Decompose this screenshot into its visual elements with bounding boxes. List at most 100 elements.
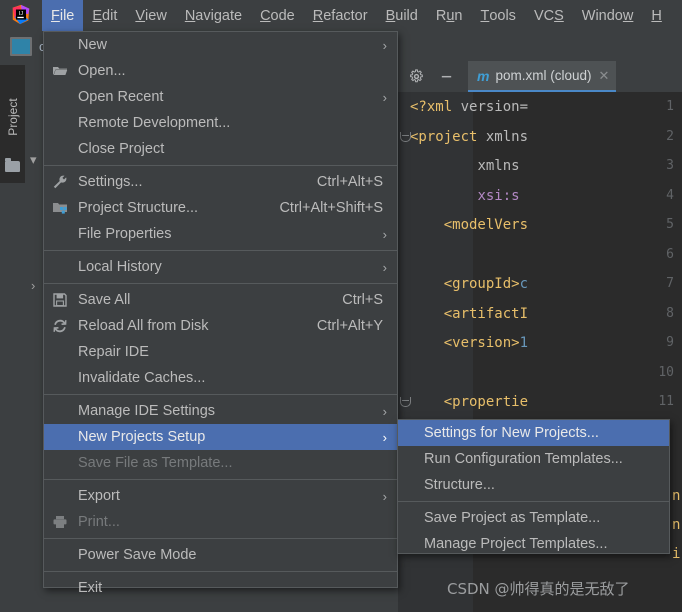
reload-icon bbox=[52, 318, 68, 334]
code-line: <version>1 bbox=[443, 335, 529, 351]
menu-item-print: Print... bbox=[44, 509, 397, 535]
menu-item-new-projects-setup[interactable]: New Projects Setup › bbox=[44, 424, 397, 450]
project-tree-panel: ▾ › bbox=[26, 61, 43, 612]
line-number: 7 bbox=[666, 276, 674, 291]
editor-toolbar: m pom.xml (cloud) ✕ bbox=[398, 61, 682, 92]
close-icon[interactable]: ✕ bbox=[598, 68, 609, 84]
menu-item-file-properties[interactable]: File Properties › bbox=[44, 221, 397, 247]
svg-text:IJ: IJ bbox=[19, 11, 24, 17]
watermark-text: CSDN @帅得真的是无敌了 bbox=[447, 580, 630, 598]
intellij-idea-logo-icon: IJ bbox=[8, 3, 34, 29]
menu-item-label: Exit bbox=[78, 580, 103, 596]
code-fold-toggle[interactable] bbox=[400, 131, 411, 142]
menu-item-close-project[interactable]: Close Project bbox=[44, 136, 397, 162]
file-menu-popup: New › Open... Open Recent › Remote Developmen… bbox=[43, 31, 398, 596]
menu-separator bbox=[44, 250, 397, 251]
menu-item-open[interactable]: Open... bbox=[44, 58, 397, 84]
chevron-right-icon: › bbox=[382, 429, 387, 445]
menu-item-remote-development[interactable]: Remote Development... bbox=[44, 110, 397, 136]
new-projects-setup-submenu-popup: Settings for New Projects... Run Configur… bbox=[397, 419, 670, 554]
gear-icon[interactable] bbox=[404, 65, 428, 89]
ide-window: IJ File Edit View Navigate Code Refactor Build… bbox=[0, 0, 682, 612]
menu-item-export[interactable]: Export › bbox=[44, 483, 397, 509]
submenu-item-save-project-as-template[interactable]: Save Project as Template... bbox=[398, 505, 669, 531]
menu-item-label: File Properties bbox=[78, 226, 172, 242]
main-menu-bar: IJ File Edit View Navigate Code Refactor Build… bbox=[0, 0, 682, 31]
line-number: 11 bbox=[658, 394, 674, 409]
editor-tab-label: pom.xml (cloud) bbox=[495, 68, 592, 83]
menu-item-label: Open... bbox=[78, 63, 126, 79]
submenu-item-label: Save Project as Template... bbox=[424, 510, 601, 526]
sidebar-item-project[interactable]: Project bbox=[0, 65, 25, 183]
submenu-item-settings-for-new-projects[interactable]: Settings for New Projects... bbox=[398, 420, 669, 446]
clipped-code-token: i bbox=[672, 546, 681, 562]
code-line: xmlns bbox=[477, 158, 520, 174]
line-number: 4 bbox=[666, 187, 674, 203]
menu-bar-item-tools[interactable]: Tools bbox=[471, 0, 524, 31]
menu-bar-item-view[interactable]: View bbox=[126, 0, 175, 31]
menu-item-shortcut: Ctrl+Alt+S bbox=[316, 174, 383, 190]
menu-item-label: New bbox=[78, 37, 108, 53]
submenu-item-label: Manage Project Templates... bbox=[424, 536, 608, 552]
submenu-item-label: Structure... bbox=[424, 477, 495, 493]
menu-item-save-all[interactable]: Save All Ctrl+S bbox=[44, 287, 397, 313]
submenu-item-run-configuration-templates[interactable]: Run Configuration Templates... bbox=[398, 446, 669, 472]
code-line: <propertie bbox=[443, 394, 529, 410]
code-line: <artifactI bbox=[443, 305, 529, 322]
code-line: xsi:s bbox=[477, 187, 520, 204]
menu-item-open-recent[interactable]: Open Recent › bbox=[44, 84, 397, 110]
line-number: 6 bbox=[666, 246, 674, 262]
menu-item-new[interactable]: New › bbox=[44, 32, 397, 58]
menu-item-shortcut: Ctrl+Alt+Y bbox=[316, 318, 383, 334]
code-fold-toggle[interactable] bbox=[400, 397, 411, 407]
menu-bar-item-h[interactable]: H bbox=[642, 0, 670, 31]
folder-open-icon bbox=[52, 63, 68, 79]
menu-item-power-save-mode[interactable]: Power Save Mode bbox=[44, 542, 397, 568]
menu-item-label: Reload All from Disk bbox=[78, 318, 209, 334]
menu-bar-item-code[interactable]: Code bbox=[251, 0, 304, 31]
chevron-right-icon: › bbox=[382, 89, 387, 105]
menu-bar-items: File Edit View Navigate Code Refactor Build Ru n… bbox=[42, 0, 671, 31]
folder-icon bbox=[5, 158, 20, 172]
line-number: 10 bbox=[658, 364, 674, 380]
menu-separator bbox=[44, 571, 397, 572]
menu-bar-item-navigate[interactable]: Navigate bbox=[176, 0, 251, 31]
submenu-item-manage-project-templates[interactable]: Manage Project Templates... bbox=[398, 531, 669, 557]
menu-item-label: Print... bbox=[78, 514, 120, 530]
chevron-right-icon: › bbox=[382, 403, 387, 419]
menu-bar-item-edit[interactable]: Edit bbox=[83, 0, 126, 31]
menu-item-manage-ide-settings[interactable]: Manage IDE Settings › bbox=[44, 398, 397, 424]
chevron-right-icon[interactable]: › bbox=[31, 279, 35, 292]
menu-item-project-structure[interactable]: Project Structure... Ctrl+Alt+Shift+S bbox=[44, 195, 397, 221]
project-icon bbox=[10, 36, 32, 56]
menu-item-shortcut: Ctrl+S bbox=[342, 292, 383, 308]
clipped-code-token: n bbox=[672, 517, 681, 533]
menu-bar-item-build[interactable]: Build bbox=[377, 0, 427, 31]
menu-item-label: Power Save Mode bbox=[78, 547, 197, 563]
menu-item-label: Settings... bbox=[78, 174, 143, 190]
menu-item-local-history[interactable]: Local History › bbox=[44, 254, 397, 280]
menu-item-label: Project Structure... bbox=[78, 200, 199, 216]
menu-bar-item-window[interactable]: Windo w bbox=[573, 0, 643, 31]
menu-bar-item-refactor[interactable]: Refactor bbox=[304, 0, 377, 31]
menu-bar-item-vcs[interactable]: VC S bbox=[525, 0, 573, 31]
line-number: 3 bbox=[666, 158, 674, 173]
code-line: <groupId>c bbox=[443, 276, 529, 292]
menu-bar-item-file[interactable]: File bbox=[42, 0, 84, 31]
menu-item-repair-ide[interactable]: Repair IDE bbox=[44, 339, 397, 365]
line-number: 8 bbox=[666, 305, 674, 321]
menu-bar-item-run[interactable]: Run bbox=[427, 0, 472, 31]
menu-item-label: Invalidate Caches... bbox=[78, 370, 206, 386]
save-icon bbox=[52, 292, 68, 308]
toolwindow-label-project: Project bbox=[6, 98, 20, 136]
code-line: <modelVers bbox=[443, 217, 529, 233]
maven-m-icon: m bbox=[477, 67, 490, 84]
menu-item-reload-all-from-disk[interactable]: Reload All from Disk Ctrl+Alt+Y bbox=[44, 313, 397, 339]
menu-item-exit[interactable]: Exit bbox=[44, 575, 397, 601]
minimize-icon[interactable] bbox=[434, 65, 458, 89]
editor-tab-pom-xml[interactable]: m pom.xml (cloud) ✕ bbox=[468, 61, 617, 92]
menu-item-settings[interactable]: Settings... Ctrl+Alt+S bbox=[44, 169, 397, 195]
submenu-item-structure[interactable]: Structure... bbox=[398, 472, 669, 498]
menu-item-invalidate-caches[interactable]: Invalidate Caches... bbox=[44, 365, 397, 391]
chevron-down-icon[interactable]: ▾ bbox=[30, 153, 37, 166]
